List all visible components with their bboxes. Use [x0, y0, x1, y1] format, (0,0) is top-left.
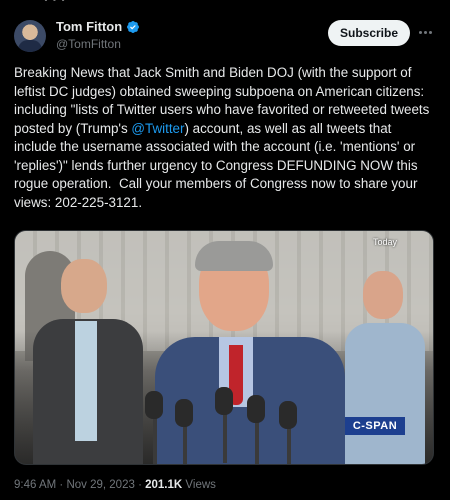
person-left [33, 259, 143, 464]
tweet-date[interactable]: Nov 29, 2023 [66, 479, 134, 491]
tweet-metadata: 9:46 AM · Nov 29, 2023 · 201.1K Views [14, 479, 216, 491]
verified-badge-icon [127, 20, 140, 33]
meta-separator: · [59, 479, 64, 491]
author-name[interactable]: Tom Fitton [56, 19, 122, 34]
cspan-logo: C-SPAN [345, 417, 405, 435]
subscribe-button[interactable]: Subscribe [328, 20, 410, 46]
video-overlay-label: Today [373, 237, 398, 247]
views-count[interactable]: 201.1K [145, 479, 182, 491]
mention-link[interactable]: @Twitter [131, 121, 184, 136]
views-label: Views [185, 479, 216, 491]
tweet-time[interactable]: 9:46 AM [14, 479, 56, 491]
author-handle[interactable]: @TomFitton [56, 37, 121, 51]
person-right [345, 271, 425, 464]
author-name-row[interactable]: Tom Fitton [56, 19, 140, 34]
microphone-cluster [135, 387, 335, 464]
meta-separator: · [138, 479, 142, 491]
previous-post-edge: · · · [0, 0, 450, 8]
video-thumbnail[interactable]: Today C-SPAN [14, 230, 434, 465]
previous-post-fragment: · · · [44, 0, 66, 7]
tweet-text: Breaking News that Jack Smith and Biden … [14, 64, 434, 212]
author-avatar[interactable] [14, 20, 46, 52]
more-options-icon[interactable] [417, 24, 433, 40]
